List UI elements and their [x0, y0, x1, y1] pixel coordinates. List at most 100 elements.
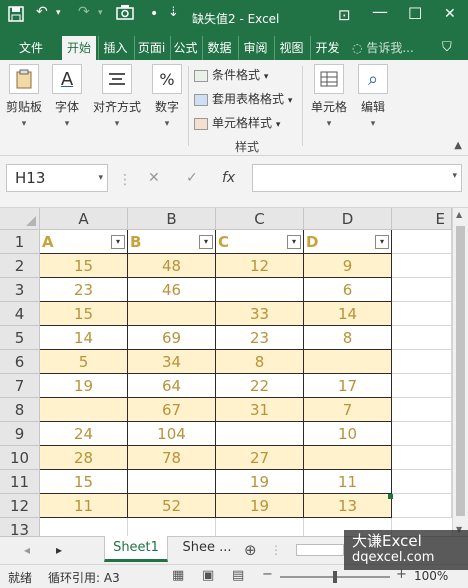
data-cell[interactable]: 11 [40, 494, 128, 518]
row-header[interactable]: 12 [0, 494, 40, 518]
filter-dropdown-icon[interactable]: ▾ [287, 235, 301, 249]
scroll-up-icon[interactable]: ▲ [456, 210, 462, 219]
tab-file[interactable]: 文件 [8, 36, 54, 60]
minimize-icon[interactable]: — [372, 2, 388, 21]
formula-input[interactable]: ▾ [252, 164, 462, 192]
collapse-ribbon-icon[interactable]: ▲ [454, 140, 462, 151]
data-cell[interactable] [40, 398, 128, 422]
row-header[interactable]: 6 [0, 350, 40, 374]
empty-cell[interactable] [392, 470, 452, 494]
format-as-table-button[interactable]: 套用表格格式 ▾ [194, 90, 292, 107]
empty-cell[interactable] [392, 230, 452, 254]
data-cell[interactable]: 15 [40, 302, 128, 326]
empty-cell[interactable] [392, 494, 452, 518]
ribbon-options-icon[interactable]: ⊡ [338, 6, 351, 24]
insert-function-icon[interactable]: fx [222, 170, 235, 186]
tell-me-box[interactable]: ◌ 告诉我... [352, 36, 432, 60]
table-header-cell[interactable]: A ▾ [40, 230, 128, 254]
sheet-next-icon[interactable]: ▸ [56, 543, 62, 557]
filter-dropdown-icon[interactable]: ▾ [199, 235, 213, 249]
tab-insert[interactable]: 插入 [98, 36, 132, 60]
zoom-slider-thumb[interactable] [333, 571, 337, 583]
empty-cell[interactable] [392, 278, 452, 302]
data-cell[interactable]: 19 [216, 470, 304, 494]
page-layout-view-icon[interactable]: ▣ [202, 568, 214, 583]
data-cell[interactable]: 48 [128, 254, 216, 278]
data-cell[interactable]: 6 [304, 278, 392, 302]
column-header[interactable]: A [40, 208, 128, 230]
worksheet-grid[interactable]: A B C D E 1 2 3 4 5 6 7 8 9 10 11 12 13 A ▾ B ▾ C ▾ … [0, 208, 468, 542]
data-cell[interactable]: 69 [128, 326, 216, 350]
data-cell[interactable]: 24 [40, 422, 128, 446]
data-cell[interactable]: 78 [128, 446, 216, 470]
data-cell[interactable]: 17 [304, 374, 392, 398]
row-header[interactable]: 9 [0, 422, 40, 446]
page-break-view-icon[interactable]: ▤ [232, 568, 244, 583]
empty-cell[interactable] [392, 398, 452, 422]
data-cell[interactable]: 7 [304, 398, 392, 422]
data-cell[interactable]: 8 [304, 326, 392, 350]
undo-icon[interactable]: ↶ [36, 4, 48, 20]
zoom-level[interactable]: 100% [414, 569, 448, 583]
data-cell[interactable]: 11 [304, 470, 392, 494]
row-header[interactable]: 4 [0, 302, 40, 326]
cancel-icon[interactable]: ✕ [148, 170, 160, 186]
data-cell[interactable]: 15 [40, 254, 128, 278]
row-header[interactable]: 8 [0, 398, 40, 422]
clipboard-button[interactable]: 剪贴板 ▾ [4, 64, 44, 129]
cell-styles-button[interactable]: 单元格样式 ▾ [194, 114, 280, 131]
data-cell[interactable]: 14 [304, 302, 392, 326]
row-header[interactable]: 3 [0, 278, 40, 302]
tab-formulas[interactable]: 公式 [170, 36, 200, 60]
data-cell[interactable] [128, 302, 216, 326]
sheet-tab[interactable]: Shee ... [176, 536, 238, 562]
data-cell[interactable]: 9 [304, 254, 392, 278]
data-cell[interactable]: 67 [128, 398, 216, 422]
tab-page-layout[interactable]: 页面i [134, 36, 168, 60]
tab-view[interactable]: 视图 [274, 36, 308, 60]
expand-formula-icon[interactable]: ▾ [452, 171, 457, 181]
number-button[interactable]: % 数字 ▾ [150, 64, 184, 129]
empty-cell[interactable] [392, 422, 452, 446]
font-button[interactable]: A 字体 ▾ [50, 64, 84, 129]
empty-cell[interactable] [392, 350, 452, 374]
data-cell[interactable]: 19 [40, 374, 128, 398]
data-cell[interactable]: 27 [216, 446, 304, 470]
save-icon[interactable] [8, 6, 24, 26]
restore-icon[interactable]: ☐ [408, 4, 422, 23]
normal-view-icon[interactable]: ▦ [172, 568, 184, 583]
camera-icon[interactable] [116, 4, 134, 24]
row-header[interactable]: 1 [0, 230, 40, 254]
data-cell[interactable] [304, 350, 392, 374]
empty-cell[interactable] [392, 374, 452, 398]
data-cell[interactable]: 46 [128, 278, 216, 302]
data-cell[interactable]: 8 [216, 350, 304, 374]
redo-icon[interactable]: ↷ [78, 4, 90, 20]
sheet-tab-active[interactable]: Sheet1 [104, 536, 168, 562]
data-cell[interactable]: 28 [40, 446, 128, 470]
data-cell[interactable]: 10 [304, 422, 392, 446]
data-cell[interactable]: 34 [128, 350, 216, 374]
data-cell[interactable]: 52 [128, 494, 216, 518]
name-box-dropdown-icon[interactable]: ▾ [98, 165, 103, 191]
data-cell[interactable]: 23 [216, 326, 304, 350]
data-cell[interactable]: 22 [216, 374, 304, 398]
data-cell[interactable] [216, 278, 304, 302]
empty-cell[interactable] [392, 254, 452, 278]
table-header-cell[interactable]: B ▾ [128, 230, 216, 254]
empty-cell[interactable] [392, 302, 452, 326]
table-header-cell[interactable]: D ▾ [304, 230, 392, 254]
row-header[interactable]: 11 [0, 470, 40, 494]
row-header[interactable]: 7 [0, 374, 40, 398]
sheet-prev-icon[interactable]: ◂ [24, 543, 30, 557]
zoom-out-icon[interactable]: − [262, 567, 273, 582]
column-header[interactable]: C [216, 208, 304, 230]
data-cell[interactable]: 64 [128, 374, 216, 398]
qat-customize-icon[interactable]: ⇣ [168, 5, 179, 20]
row-header[interactable]: 10 [0, 446, 40, 470]
undo-dropdown-icon[interactable]: ▾ [56, 8, 61, 18]
table-resize-handle[interactable] [388, 494, 393, 499]
tab-data[interactable]: 数据 [202, 36, 236, 60]
data-cell[interactable]: 13 [304, 494, 392, 518]
name-box[interactable]: H13 ▾ [6, 164, 108, 192]
